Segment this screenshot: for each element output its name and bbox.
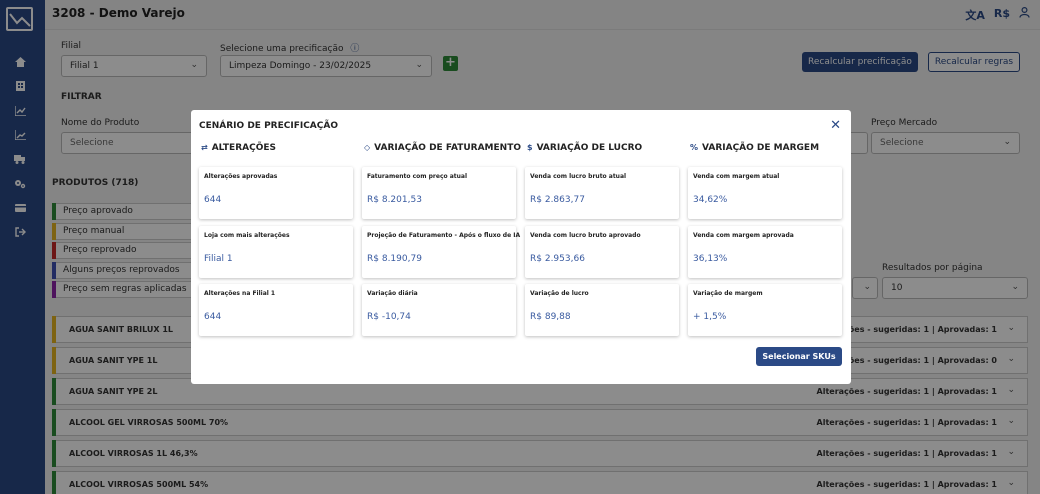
metric-card: Projeção de Faturamento - Após o fluxo d… (362, 226, 520, 278)
close-icon[interactable]: ✕ (830, 118, 841, 133)
column-title: VARIAÇÃO DE LUCRO (536, 143, 643, 153)
metric-card: Loja com mais alterações Filial 1 (199, 226, 353, 278)
column-title: VARIAÇÃO DE FATURAMENTO (374, 143, 521, 153)
percent-icon: % (690, 143, 699, 152)
metric-card: Faturamento com preço atual R$ 8.201,53 (362, 167, 516, 219)
metric-label: Alterações na Filial 1 (204, 290, 276, 297)
metric-value: R$ 89,88 (530, 312, 571, 322)
column-title: ALTERAÇÕES (211, 143, 276, 153)
column-title: VARIAÇÃO DE MARGEM (702, 143, 820, 153)
pricing-scenario-modal: CENÁRIO DE PRECIFICAÇÃO ✕ ⇄ ALTERAÇÕES Alt… (191, 110, 851, 384)
select-skus-button[interactable]: Selecionar SKUs (756, 347, 842, 366)
metric-value: 36,13% (693, 254, 728, 264)
column-header: $ VARIAÇÃO DE LUCRO (527, 143, 642, 153)
metric-card: Alterações na Filial 1 644 (199, 284, 353, 336)
metric-card: Variação diária R$ -10,74 (362, 284, 516, 336)
metric-value: R$ 8.190,79 (367, 254, 422, 264)
metric-label: Venda com margem aprovada (693, 232, 794, 239)
metric-label: Alterações aprovadas (204, 173, 278, 180)
column-header: ◇ VARIAÇÃO DE FATURAMENTO (364, 143, 521, 153)
metric-label: Venda com margem atual (693, 173, 780, 180)
metric-card: Variação de margem + 1,5% (688, 284, 842, 336)
metric-card: Alterações aprovadas 644 (199, 167, 353, 219)
metric-value: R$ -10,74 (367, 312, 411, 322)
tag-icon: ◇ (364, 143, 371, 152)
metric-card: Variação de lucro R$ 89,88 (525, 284, 679, 336)
metric-card: Venda com margem aprovada 36,13% (688, 226, 842, 278)
metric-label: Projeção de Faturamento - Após o fluxo d… (367, 232, 521, 239)
metric-value: 644 (204, 195, 222, 205)
metric-card: Venda com margem atual 34,62% (688, 167, 842, 219)
metric-card: Venda com lucro bruto aprovado R$ 2.953,6… (525, 226, 679, 278)
metric-label: Variação de margem (693, 290, 763, 297)
swap-icon: ⇄ (201, 143, 208, 152)
modal-title: CENÁRIO DE PRECIFICAÇÃO (199, 121, 338, 131)
metric-label: Venda com lucro bruto aprovado (530, 232, 641, 239)
dollar-icon: $ (527, 143, 533, 152)
metric-value: R$ 2.953,66 (530, 254, 585, 264)
metric-value: R$ 8.201,53 (367, 195, 422, 205)
column-header: ⇄ ALTERAÇÕES (201, 143, 276, 153)
metric-card: Venda com lucro bruto atual R$ 2.863,77 (525, 167, 679, 219)
metric-label: Faturamento com preço atual (367, 173, 468, 180)
metric-value: R$ 2.863,77 (530, 195, 585, 205)
column-header: % VARIAÇÃO DE MARGEM (690, 143, 819, 153)
metric-label: Variação de lucro (530, 290, 589, 297)
metric-value: 34,62% (693, 195, 728, 205)
metric-label: Variação diária (367, 290, 418, 297)
metric-value: 644 (204, 312, 222, 322)
metric-label: Venda com lucro bruto atual (530, 173, 627, 180)
metric-value: Filial 1 (204, 254, 233, 264)
metric-label: Loja com mais alterações (204, 232, 290, 239)
metric-value: + 1,5% (693, 312, 727, 322)
